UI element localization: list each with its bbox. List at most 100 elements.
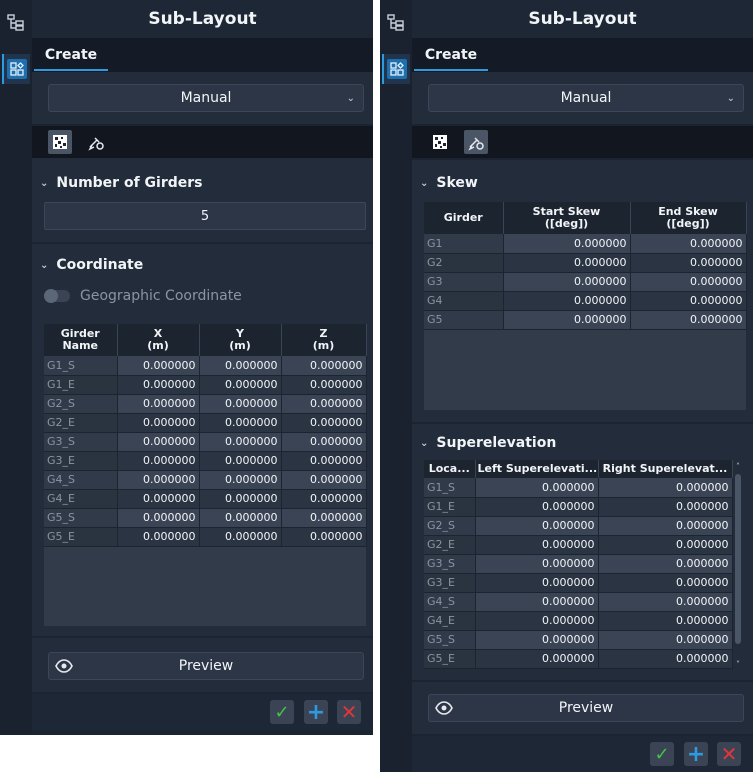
close-icon[interactable]: ✕ [337,700,361,724]
value-cell[interactable]: 0.000000 [598,573,733,593]
value-cell[interactable]: 0.000000 [630,291,747,311]
girders-section-header[interactable]: ⌄ Number of Girders [40,174,203,192]
value-cell[interactable]: 0.000000 [475,516,599,536]
girder-count-field[interactable]: 5 [44,202,366,230]
value-cell[interactable]: 0.000000 [475,535,599,555]
geographic-coordinate-toggle[interactable] [44,289,70,303]
value-cell[interactable]: 0.000000 [117,470,200,490]
close-icon[interactable]: ✕ [717,742,741,766]
plus-icon[interactable]: + [304,700,328,725]
preview-button[interactable]: Preview [428,694,744,722]
value-cell[interactable]: 0.000000 [117,451,200,471]
tab-create[interactable]: Create [414,38,488,71]
skew-section-header[interactable]: ⌄ Skew [420,174,478,192]
checkmark-icon[interactable]: ✓ [270,700,294,724]
value-cell[interactable]: 0.000000 [503,234,631,254]
column-header[interactable]: Left Superelevati... [475,460,599,478]
value-cell[interactable]: 0.000000 [630,253,747,273]
geographic-coordinate-toggle-row[interactable]: Geographic Coordinate [44,288,242,304]
value-cell[interactable]: 0.000000 [117,356,200,376]
pattern-grid-icon[interactable] [428,130,452,154]
value-cell[interactable]: 0.000000 [475,573,599,593]
tab-create[interactable]: Create [34,38,108,71]
value-cell[interactable]: 0.000000 [598,649,733,669]
value-cell[interactable]: 0.000000 [475,649,599,669]
value-cell[interactable]: 0.000000 [117,432,200,452]
value-cell[interactable]: 0.000000 [475,554,599,574]
value-cell[interactable]: 0.000000 [598,535,733,555]
value-cell[interactable]: 0.000000 [598,516,733,536]
layout-grid-icon[interactable] [382,54,410,84]
column-header[interactable]: X (m) [117,324,200,356]
column-header[interactable]: Girder Name [44,324,118,356]
value-cell[interactable]: 0.000000 [598,630,733,650]
column-header[interactable]: Start Skew ([deg]) [503,202,631,234]
coordinate-section-header[interactable]: ⌄ Coordinate [40,256,143,274]
value-cell[interactable]: 0.000000 [117,394,200,414]
value-cell[interactable]: 0.000000 [630,234,747,254]
value-cell[interactable]: 0.000000 [503,253,631,273]
superelevation-table[interactable]: Loca... Left Superelevati... Right Superel… [424,460,733,669]
value-cell[interactable]: 0.000000 [281,489,367,509]
skew-table[interactable]: Girder Start Skew ([deg]) End Skew ([deg])… [424,202,747,330]
value-cell[interactable]: 0.000000 [475,478,599,498]
value-cell[interactable]: 0.000000 [199,413,282,433]
value-cell[interactable]: 0.000000 [503,291,631,311]
pattern-grid-icon[interactable] [48,130,72,154]
value-cell[interactable]: 0.000000 [281,527,367,547]
column-header[interactable]: Z (m) [281,324,367,356]
value-cell[interactable]: 0.000000 [199,527,282,547]
preview-button[interactable]: Preview [48,652,364,680]
column-header[interactable]: End Skew ([deg]) [630,202,747,234]
value-cell[interactable]: 0.000000 [281,470,367,490]
value-cell[interactable]: 0.000000 [117,489,200,509]
value-cell[interactable]: 0.000000 [281,413,367,433]
coordinate-table[interactable]: Girder Name X (m) Y (m) Z (m) G1_S 0.000000 0… [44,324,367,547]
superelevation-scrollbar[interactable]: ˄ ˅ [733,462,743,670]
value-cell[interactable]: 0.000000 [475,630,599,650]
scroll-down-icon[interactable]: ˅ [733,660,743,670]
tree-structure-icon[interactable] [382,8,410,38]
value-cell[interactable]: 0.000000 [503,272,631,292]
value-cell[interactable]: 0.000000 [598,497,733,517]
value-cell[interactable]: 0.000000 [475,497,599,517]
value-cell[interactable]: 0.000000 [475,611,599,631]
column-header[interactable]: Loca... [424,460,476,478]
value-cell[interactable]: 0.000000 [598,592,733,612]
value-cell[interactable]: 0.000000 [117,508,200,528]
column-header[interactable]: Girder [424,202,504,234]
value-cell[interactable]: 0.000000 [598,554,733,574]
value-cell[interactable]: 0.000000 [199,470,282,490]
value-cell[interactable]: 0.000000 [598,611,733,631]
plus-icon[interactable]: + [684,742,708,767]
value-cell[interactable]: 0.000000 [199,489,282,509]
value-cell[interactable]: 0.000000 [117,413,200,433]
edit-brush-icon[interactable] [84,130,108,154]
value-cell[interactable]: 0.000000 [281,451,367,471]
value-cell[interactable]: 0.000000 [475,592,599,612]
superelevation-section-header[interactable]: ⌄ Superelevation [420,434,556,452]
mode-dropdown[interactable]: Manual ⌄ [48,84,364,112]
value-cell[interactable]: 0.000000 [199,451,282,471]
scroll-up-icon[interactable]: ˄ [733,462,743,472]
value-cell[interactable]: 0.000000 [199,432,282,452]
value-cell[interactable]: 0.000000 [281,356,367,376]
value-cell[interactable]: 0.000000 [199,394,282,414]
tree-structure-icon[interactable] [2,8,30,38]
layout-grid-icon[interactable] [2,54,30,84]
value-cell[interactable]: 0.000000 [199,356,282,376]
column-header[interactable]: Right Superelevat... [598,460,733,478]
scrollbar-thumb[interactable] [735,474,741,644]
value-cell[interactable]: 0.000000 [117,375,200,395]
value-cell[interactable]: 0.000000 [281,375,367,395]
value-cell[interactable]: 0.000000 [503,310,631,330]
value-cell[interactable]: 0.000000 [598,478,733,498]
edit-brush-icon[interactable] [464,130,488,154]
value-cell[interactable]: 0.000000 [199,375,282,395]
checkmark-icon[interactable]: ✓ [650,742,674,766]
value-cell[interactable]: 0.000000 [630,310,747,330]
value-cell[interactable]: 0.000000 [281,432,367,452]
value-cell[interactable]: 0.000000 [281,508,367,528]
value-cell[interactable]: 0.000000 [199,508,282,528]
column-header[interactable]: Y (m) [199,324,282,356]
